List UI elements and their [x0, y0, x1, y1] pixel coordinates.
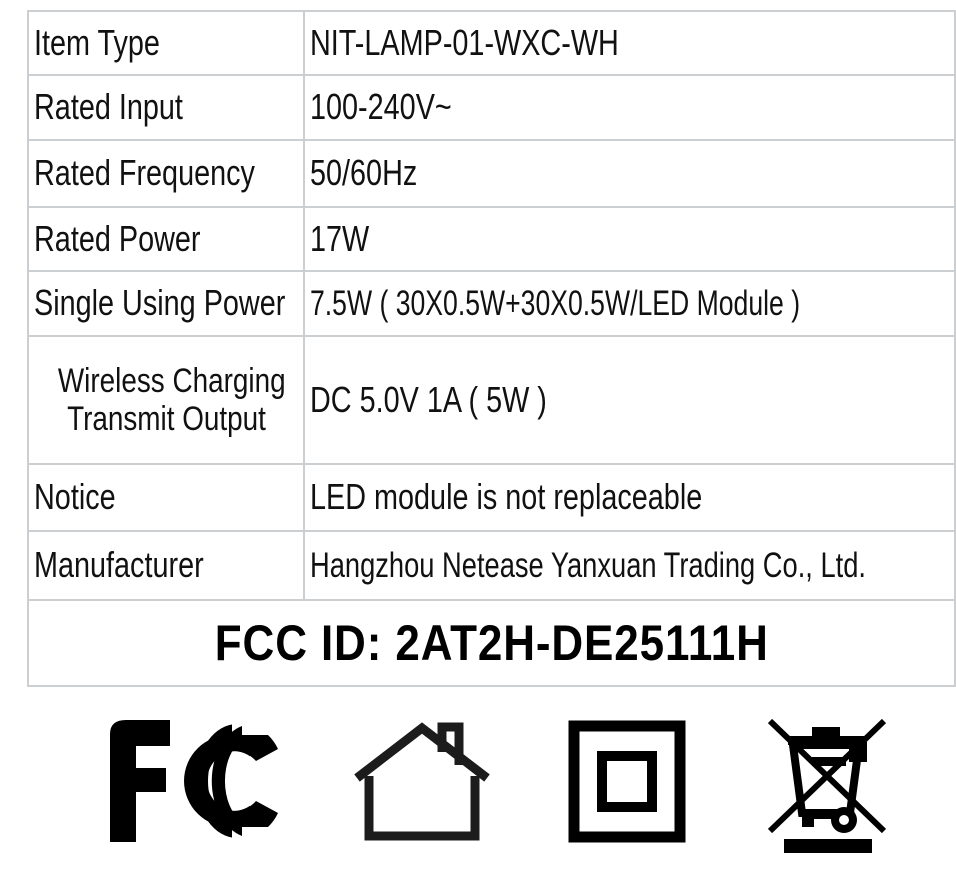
table-row-manufacturer: Manufacturer Hangzhou Netease Yanxuan Tr… [27, 530, 956, 601]
spec-value-item-type: NIT-LAMP-01-WXC-WH [310, 21, 619, 63]
spec-value-cell: 7.5W ( 30X0.5W+30X0.5W/LED Module ) [303, 270, 956, 337]
spec-label-rated-frequency: Rated Frequency [34, 152, 255, 194]
spec-value-manufacturer: Hangzhou Netease Yanxuan Trading Co., Lt… [310, 545, 866, 585]
spec-value-cell: LED module is not replaceable [303, 463, 956, 532]
spec-label-wireless-charging-line2: Transmit Output [67, 400, 266, 438]
spec-value-notice: LED module is not replaceable [310, 476, 703, 518]
table-row-notice: Notice LED module is not replaceable [27, 463, 956, 532]
spec-label-cell: Rated Power [27, 206, 305, 272]
spec-table-body: Item Type NIT-LAMP-01-WXC-WH Rated Input… [27, 10, 956, 687]
spec-label-cell: Notice [27, 463, 305, 532]
spec-label-cell: Rated Input [27, 74, 305, 141]
spec-value-rated-power: 17W [310, 217, 370, 259]
spec-label-wireless-charging-line1: Wireless Charging [57, 361, 286, 400]
table-row-fcc-id: FCC ID: 2AT2H-DE25111H [27, 599, 956, 687]
weee-crossed-out-bin-icon [742, 706, 912, 856]
spec-value-cell: 17W [303, 206, 956, 272]
spec-value-single-using-power: 7.5W ( 30X0.5W+30X0.5W/LED Module ) [310, 283, 801, 323]
class-2-double-insulation-icon [547, 706, 707, 856]
spec-value-rated-input: 100-240V~ [310, 86, 452, 128]
spec-label-cell: Item Type [27, 10, 305, 76]
spec-label-cell: Single Using Power [27, 270, 305, 337]
product-label-page: Item Type NIT-LAMP-01-WXC-WH Rated Input… [0, 0, 956, 870]
indoor-use-house-icon [332, 706, 512, 856]
table-row-rated-input: Rated Input 100-240V~ [27, 74, 956, 141]
spec-value-wireless-charging: DC 5.0V 1A ( 5W ) [310, 378, 547, 420]
table-row-wireless-charging-transmit-output: Wireless Charging Transmit Output DC 5.0… [27, 335, 956, 465]
spec-label-wireless-charging: Wireless Charging Transmit Output [34, 362, 299, 438]
fcc-id-cell: FCC ID: 2AT2H-DE25111H [27, 599, 956, 687]
spec-label-rated-power: Rated Power [34, 217, 201, 259]
specification-table: Item Type NIT-LAMP-01-WXC-WH Rated Input… [27, 10, 956, 687]
table-row-item-type: Item Type NIT-LAMP-01-WXC-WH [27, 10, 956, 76]
spec-label-notice: Notice [34, 476, 116, 518]
table-row-single-using-power: Single Using Power 7.5W ( 30X0.5W+30X0.5… [27, 270, 956, 337]
spec-value-cell: 100-240V~ [303, 74, 956, 141]
spec-label-manufacturer: Manufacturer [34, 544, 204, 586]
spec-value-cell: Hangzhou Netease Yanxuan Trading Co., Lt… [303, 530, 956, 601]
table-row-rated-frequency: Rated Frequency 50/60Hz [27, 139, 956, 208]
spec-label-rated-input: Rated Input [34, 86, 183, 128]
spec-label-cell: Manufacturer [27, 530, 305, 601]
spec-value-rated-frequency: 50/60Hz [310, 152, 418, 194]
fcc-id-text: FCC ID: 2AT2H-DE25111H [214, 615, 769, 671]
compliance-icons-row [27, 706, 932, 866]
spec-value-cell: 50/60Hz [303, 139, 956, 208]
spec-label-single-using-power: Single Using Power [34, 282, 286, 324]
spec-value-cell: NIT-LAMP-01-WXC-WH [303, 10, 956, 76]
spec-label-cell: Rated Frequency [27, 139, 305, 208]
fcc-logo-icon [87, 706, 287, 856]
spec-label-item-type: Item Type [34, 21, 160, 63]
table-row-rated-power: Rated Power 17W [27, 206, 956, 272]
spec-label-cell: Wireless Charging Transmit Output [27, 335, 305, 465]
spec-value-cell: DC 5.0V 1A ( 5W ) [303, 335, 956, 465]
